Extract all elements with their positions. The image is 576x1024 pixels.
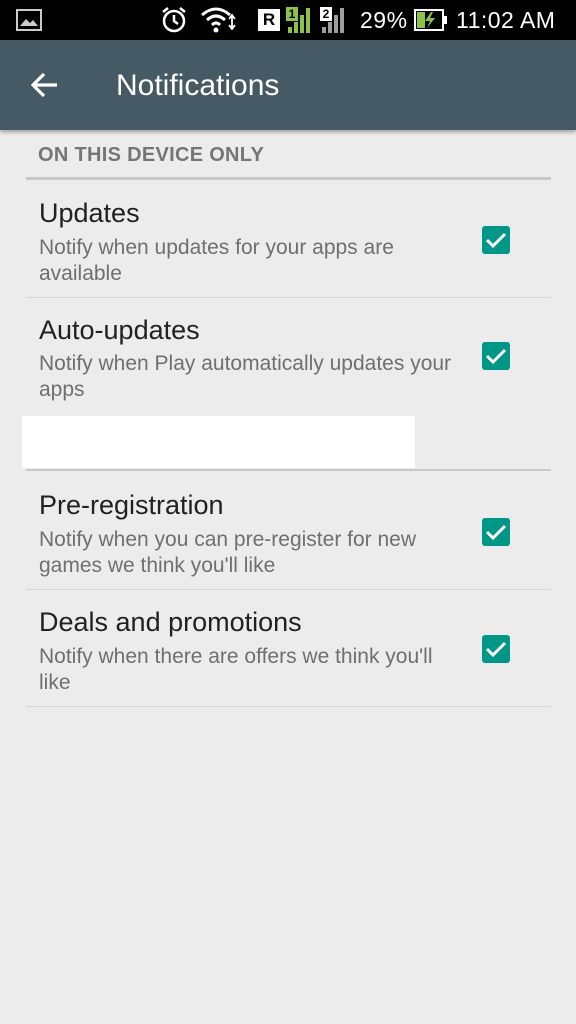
setting-title: Pre-registration <box>39 490 224 520</box>
setting-subtitle: Notify when there are offers we think yo… <box>39 645 433 694</box>
app-bar: Notifications <box>0 40 576 130</box>
clock: 11:02 AM <box>456 6 556 33</box>
roaming-icon: R <box>258 0 280 40</box>
auto-updates-checkbox[interactable] <box>482 342 510 370</box>
setting-title: Updates <box>39 198 140 228</box>
check-icon <box>485 641 507 658</box>
image-icon <box>16 0 42 40</box>
row-divider <box>26 297 551 298</box>
status-bar: R 1 2 29% 11:02 AM <box>0 0 576 40</box>
battery-percent: 29% <box>360 6 408 33</box>
setting-subtitle: Notify when updates for your apps are av… <box>39 236 394 285</box>
row-divider <box>26 706 551 707</box>
check-icon <box>485 348 507 365</box>
pre-registration-checkbox[interactable] <box>482 518 510 546</box>
arrow-back-icon <box>31 72 57 98</box>
setting-subtitle: Notify when Play automatically updates y… <box>39 352 452 401</box>
row-divider <box>26 589 551 590</box>
setting-title: Auto-updates <box>39 315 200 345</box>
redacted-area <box>22 416 415 468</box>
updates-checkbox[interactable] <box>482 226 510 254</box>
section-header: ON THIS DEVICE ONLY <box>38 144 265 166</box>
signal-icon: 1 <box>284 0 314 40</box>
page-title: Notifications <box>116 69 280 102</box>
alarm-icon <box>160 0 188 40</box>
signal-icon-secondary: 2 <box>318 0 348 40</box>
section-divider <box>26 469 551 471</box>
check-icon <box>485 524 507 541</box>
back-button[interactable] <box>18 60 72 110</box>
setting-subtitle: Notify when you can pre-register for new… <box>39 528 417 577</box>
setting-title: Deals and promotions <box>39 607 302 637</box>
deals-checkbox[interactable] <box>482 635 510 663</box>
wifi-icon <box>200 0 236 40</box>
section-divider <box>26 177 551 180</box>
check-icon <box>485 232 507 249</box>
battery-charging-icon <box>414 0 448 40</box>
